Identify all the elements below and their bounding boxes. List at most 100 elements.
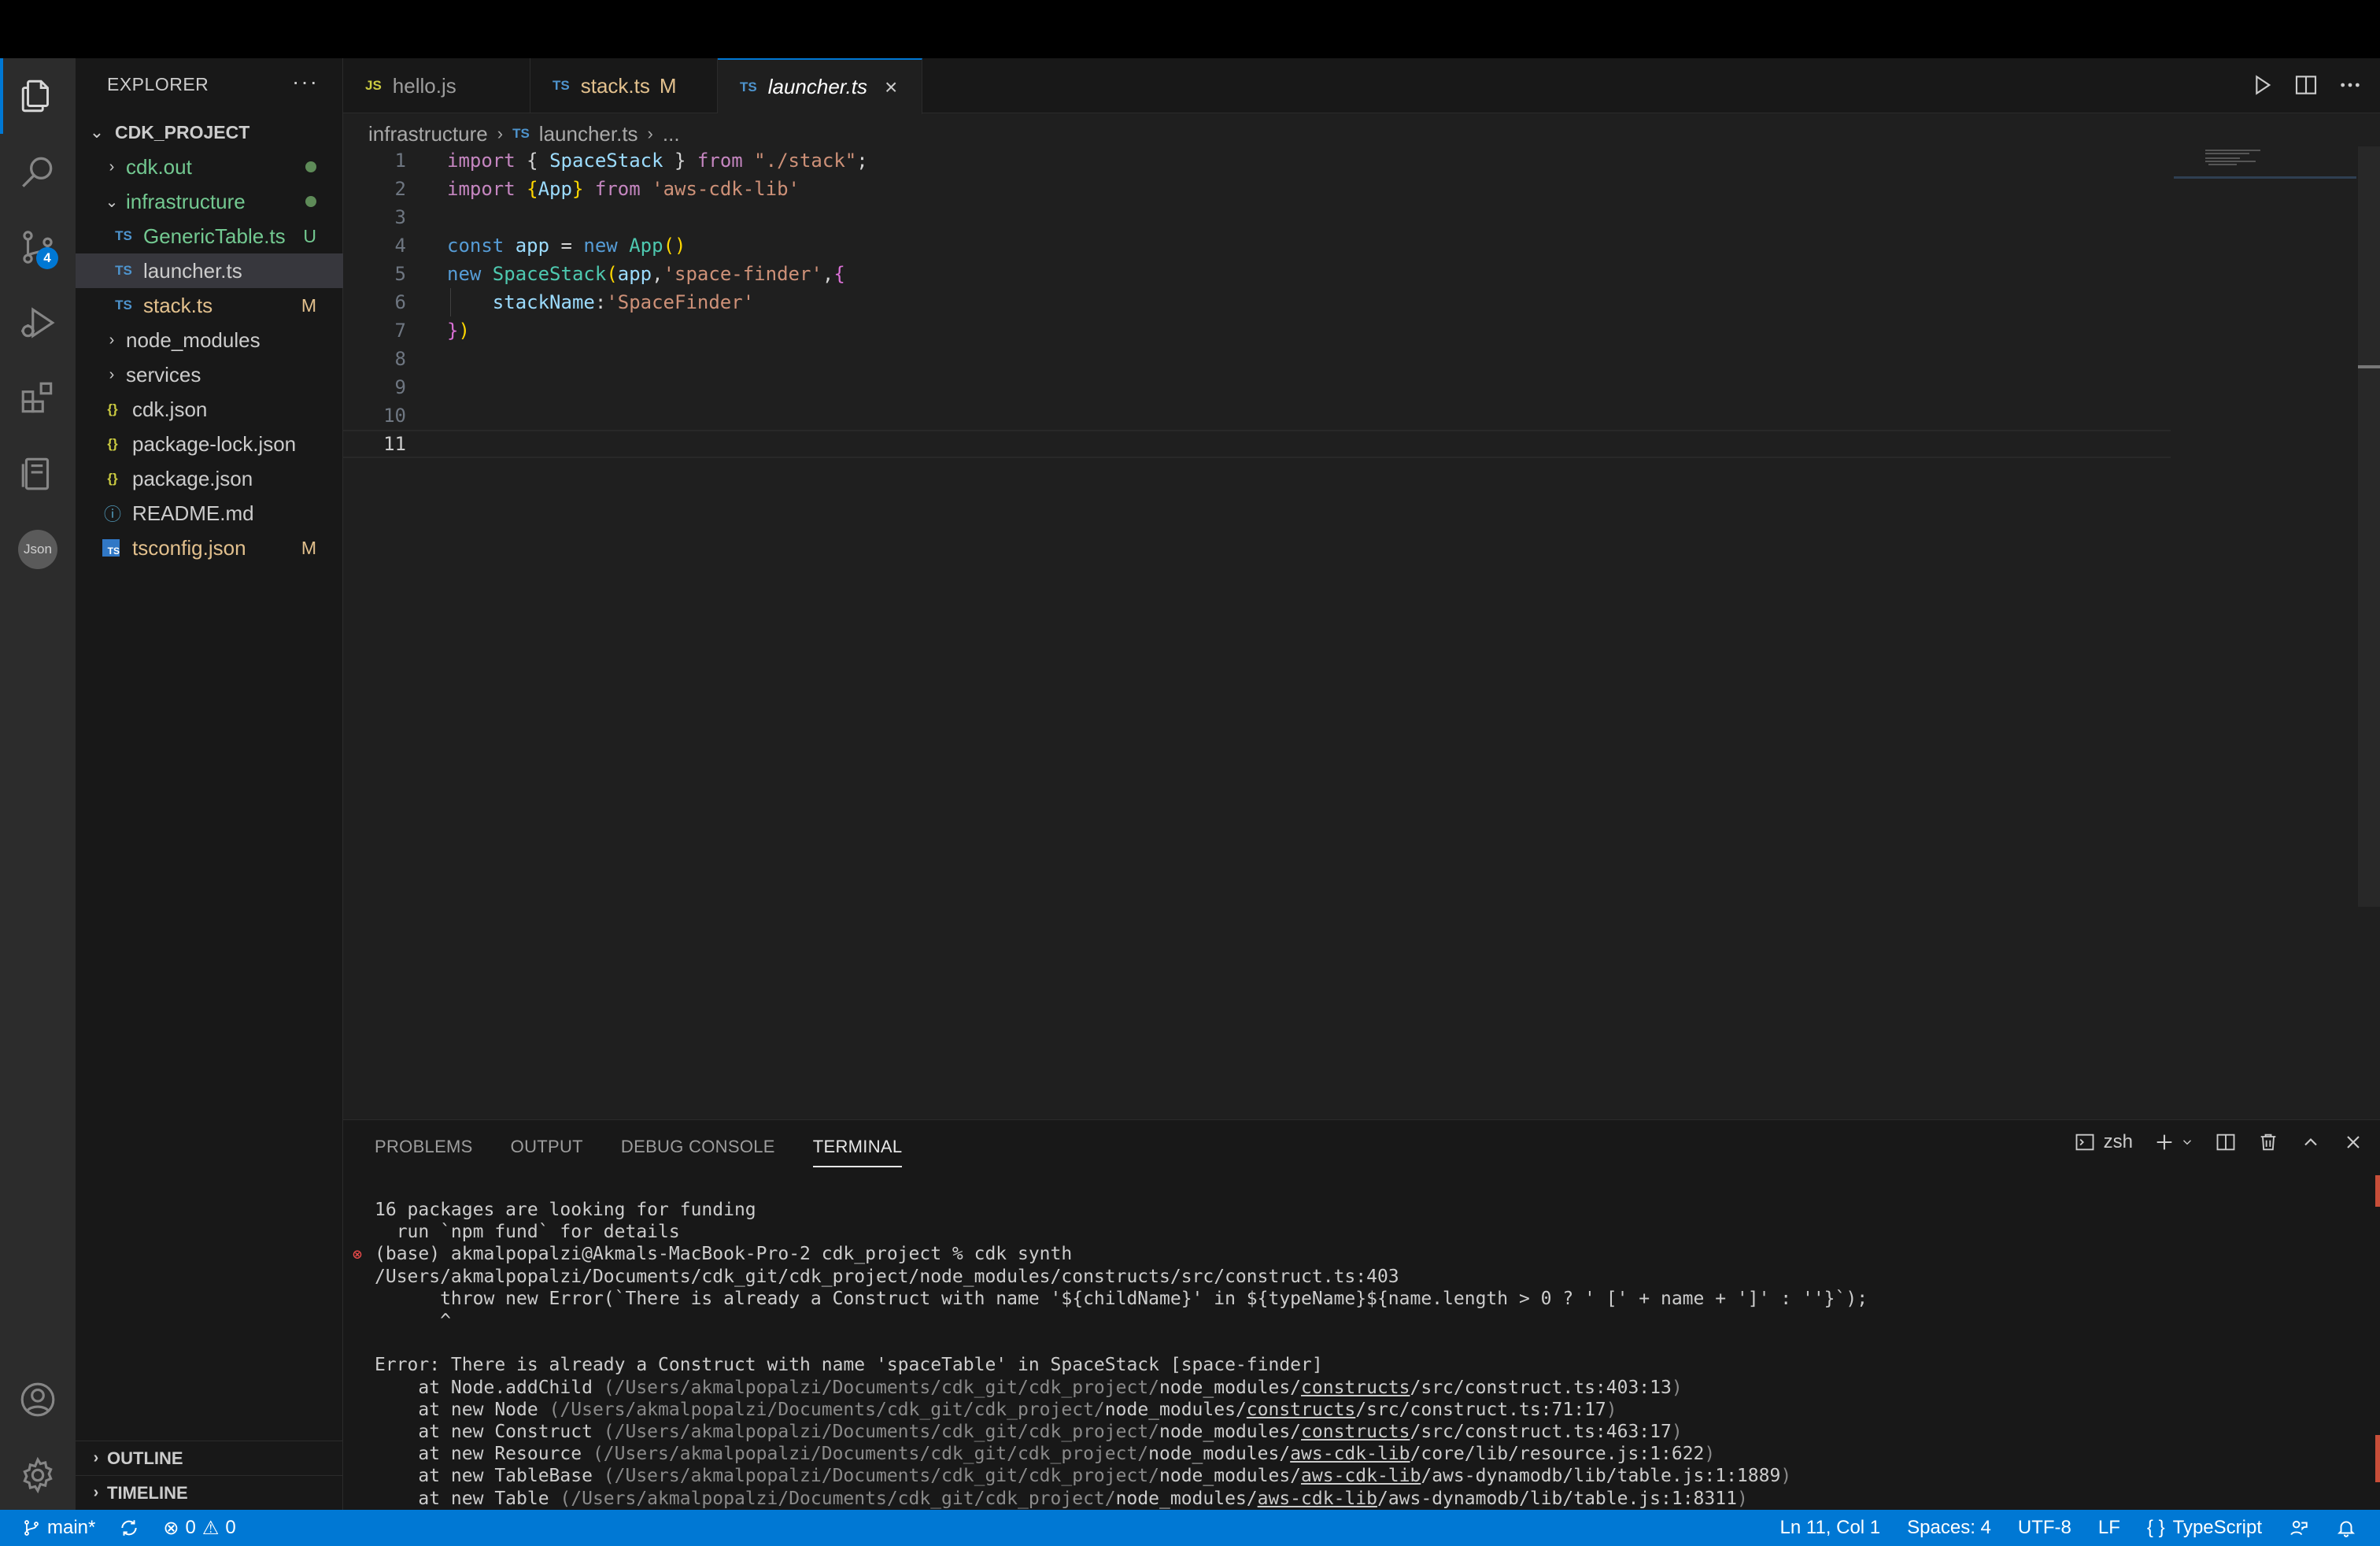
stack-u[interactable]: constructs [1301,1378,1410,1398]
close-icon[interactable]: × [885,75,897,100]
error-status-icon[interactable]: ⊗ [353,1245,362,1263]
stack-u[interactable]: aws-cdk-lib [1258,1489,1377,1509]
sync-icon[interactable] [119,1518,139,1538]
tree-item-stack[interactable]: TS stack.ts M [76,288,343,323]
maximize-panel-icon[interactable] [2300,1131,2322,1153]
stack-u[interactable]: constructs [1301,1422,1410,1442]
tree-item-label: infrastructure [126,189,246,213]
active-indicator [0,58,3,134]
terminal-output[interactable]: 16 packages are looking for funding run … [353,1199,2358,1532]
chevron-right-icon: › [93,1449,99,1466]
tree-item-label: tsconfig.json [132,535,246,560]
breadcrumb-folder[interactable]: infrastructure [368,122,488,146]
plus-icon [2156,1134,2172,1150]
tree-item-tsconfig[interactable]: TS tsconfig.json M [76,531,343,565]
stack-mid[interactable]: node_modules/ [1148,1444,1290,1464]
indentation[interactable]: Spaces: 4 [1907,1517,1991,1539]
stack-mid[interactable]: node_modules/ [1116,1489,1258,1509]
tab-stack-ts[interactable]: TS stack.ts M [530,58,718,113]
source-control-icon[interactable]: 4 [0,209,76,285]
outline-section[interactable]: › OUTLINE [76,1441,343,1475]
split-editor-icon[interactable] [2293,72,2319,98]
tab-hello-js[interactable]: JS hello.js [343,58,530,113]
stack-trace-line: at new Resource (/Users/akmalpopalzi/Doc… [375,1443,2358,1465]
timeline-section[interactable]: › TIMELINE [76,1475,343,1510]
stack-mid[interactable]: node_modules/ [1105,1400,1247,1420]
tab-terminal[interactable]: TERMINAL [812,1130,903,1167]
stack-u[interactable]: aws-cdk-lib [1290,1444,1410,1464]
tree-item-package-lock-json[interactable]: {} package-lock.json [76,427,343,461]
stack-post[interactable]: /src/construct.ts:463:17 [1410,1422,1672,1442]
more-actions-icon[interactable]: ··· [292,69,319,94]
stack-mid[interactable]: node_modules/ [1159,1466,1301,1486]
run-debug-icon[interactable] [0,285,76,361]
end-of-line[interactable]: LF [2098,1517,2120,1539]
remote-explorer-icon[interactable] [0,436,76,512]
code-text: const app = new App() [447,235,686,257]
stack-post[interactable]: /aws-dynamodb/lib/table.js:1:1889 [1421,1466,1780,1486]
run-icon[interactable] [2249,72,2275,98]
tree-item-node-modules[interactable]: › node_modules [76,323,343,357]
tree-item-infrastructure[interactable]: ⌄ infrastructure [76,184,343,219]
stack-mid[interactable]: node_modules/ [1159,1378,1301,1398]
breadcrumb-more[interactable]: ... [663,122,680,146]
notifications-icon[interactable] [2336,1518,2356,1538]
shell-name: zsh [2103,1131,2133,1152]
minimap-line [2205,161,2256,162]
search-icon[interactable] [0,134,76,209]
trash-icon[interactable] [2257,1131,2279,1153]
more-actions-icon[interactable] [2338,72,2363,98]
explorer-icon[interactable] [0,58,76,134]
tab-debug-console[interactable]: DEBUG CONSOLE [621,1130,775,1164]
breadcrumb-file[interactable]: launcher.ts [539,122,638,146]
editor-scrollbar[interactable] [2358,146,2380,907]
tree-item-cdk-out[interactable]: › cdk.out [76,150,343,184]
project-folder-header[interactable]: ⌄ CDK_PROJECT [76,115,343,150]
tree-item-launcher[interactable]: TS launcher.ts [76,253,343,288]
tree-item-package-json[interactable]: {} package.json [76,461,343,496]
tree-item-label: cdk.out [126,154,192,179]
warning-count: 0 [225,1517,236,1538]
split-terminal-icon[interactable] [2215,1131,2237,1153]
outline-label: OUTLINE [107,1448,183,1468]
line-number: 9 [394,376,406,398]
tree-item-cdk-json[interactable]: {} cdk.json [76,392,343,427]
json-extension-label: Json [18,530,57,569]
extensions-icon[interactable] [0,361,76,436]
terminal-shell-selector[interactable]: zsh [2074,1131,2133,1153]
minimap[interactable] [2174,146,2315,178]
tree-item-readme[interactable]: ⓘ README.md [76,496,343,531]
stack-post[interactable]: /src/construct.ts:403:13 [1410,1378,1672,1398]
encoding[interactable]: UTF-8 [2018,1517,2071,1539]
new-terminal-button[interactable] [2153,1131,2194,1153]
tree-item-generictable[interactable]: TS GenericTable.ts U [76,219,343,253]
stack-mid[interactable]: node_modules/ [1159,1422,1301,1442]
minimap-slider[interactable] [2174,176,2356,179]
stack-post[interactable]: /src/construct.ts:71:17 [1355,1400,1606,1420]
stack-u[interactable]: aws-cdk-lib [1301,1466,1421,1486]
chevron-right-icon: › [109,331,115,349]
tab-launcher-ts[interactable]: TS launcher.ts × [718,58,922,114]
feedback-icon[interactable] [2289,1518,2309,1538]
account-icon[interactable] [0,1362,76,1437]
json-extension-icon[interactable]: Json [0,512,76,587]
panel-actions: zsh [2074,1131,2364,1153]
javascript-file-icon: JS [365,78,382,93]
stack-u[interactable]: constructs [1247,1400,1355,1420]
settings-gear-icon[interactable] [0,1437,76,1513]
language-mode[interactable]: { } TypeScript [2147,1517,2262,1539]
tab-problems[interactable]: PROBLEMS [375,1130,473,1164]
tab-output[interactable]: OUTPUT [511,1130,583,1164]
typescript-file-icon: TS [115,228,132,243]
stack-post[interactable]: /aws-dynamodb/lib/table.js:1:8311 [1377,1489,1737,1509]
problems-indicator[interactable]: ⊗ 0 ⚠ 0 [163,1517,235,1540]
cursor-position[interactable]: Ln 11, Col 1 [1780,1517,1881,1539]
code-editor[interactable]: 1 import { SpaceStack } from "./stack"; … [343,146,2193,458]
sync-arrows-icon [121,1520,138,1536]
stack-pre: at new Resource [375,1444,593,1465]
stack-post[interactable]: /core/lib/resource.js:1:622 [1410,1444,1705,1464]
tree-item-services[interactable]: › services [76,357,343,392]
close-panel-icon[interactable] [2342,1131,2364,1153]
branch-indicator[interactable]: main* [22,1517,95,1539]
